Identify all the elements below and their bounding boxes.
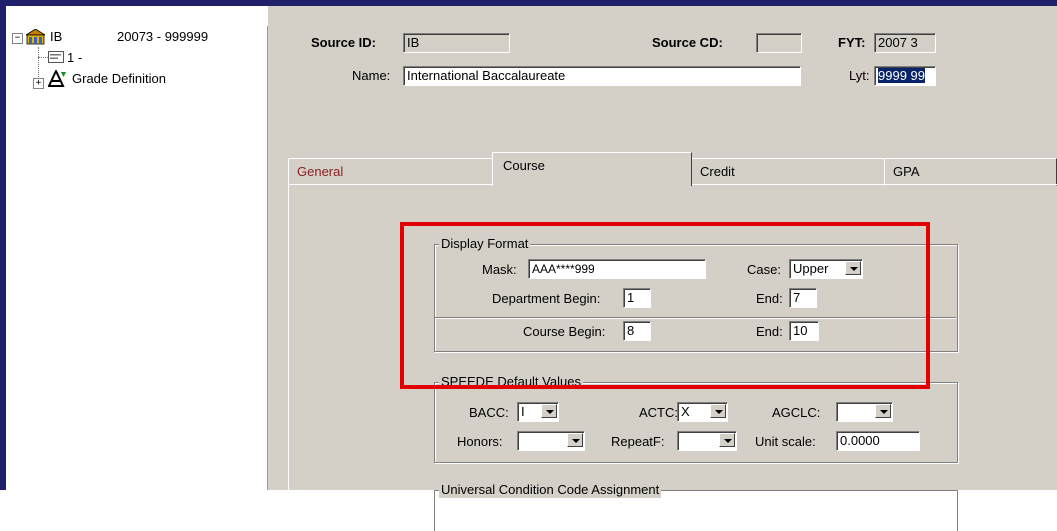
chevron-down-icon[interactable]	[875, 404, 891, 418]
tab-label: GPA	[893, 164, 920, 179]
name-label: Name:	[352, 68, 391, 83]
tab-credit[interactable]: Credit	[691, 158, 885, 186]
unit-scale-label: Unit scale:	[755, 434, 816, 449]
expand-icon[interactable]: +	[33, 78, 44, 89]
source-id-label: Source ID:	[311, 35, 377, 50]
collapse-icon[interactable]: −	[12, 33, 23, 44]
fyt-label: FYT:	[838, 35, 866, 50]
bacc-value: I	[521, 404, 525, 419]
lyt-label: Lyt:	[849, 68, 870, 83]
window-left-border	[0, 6, 6, 490]
tree-item-ib[interactable]: IB	[50, 29, 62, 44]
actc-value: X	[681, 404, 690, 419]
lyt-field[interactable]: 9999 99	[874, 66, 936, 86]
tree-view[interactable]: − IB 20073 - 999999 1 - + Grade Definiti…	[8, 26, 268, 490]
agclc-select[interactable]	[836, 402, 893, 422]
red-highlight-box	[400, 222, 930, 389]
chevron-down-icon[interactable]	[567, 433, 583, 447]
tab-label: Credit	[700, 164, 735, 179]
tab-general[interactable]: General	[288, 158, 493, 186]
source-cd-label: Source CD:	[652, 35, 723, 50]
tree-item-grade-definition[interactable]: Grade Definition	[72, 71, 166, 86]
repeatf-select[interactable]	[677, 431, 737, 451]
honors-label: Honors:	[457, 434, 503, 449]
agclc-label: AGCLC:	[772, 405, 821, 420]
fyt-field[interactable]: 2007 3	[874, 33, 936, 53]
bacc-label: BACC:	[469, 405, 509, 420]
tree-item-range: 20073 - 999999	[117, 29, 209, 44]
name-field[interactable]: International Baccalaureate	[403, 66, 801, 86]
grade-icon	[47, 68, 67, 87]
tab-label: General	[297, 164, 344, 179]
unit-scale-field[interactable]: 0.0000	[836, 431, 920, 451]
lyt-value: 9999 99	[878, 68, 925, 83]
chevron-down-icon[interactable]	[710, 404, 726, 418]
card-icon	[48, 51, 64, 63]
actc-select[interactable]: X	[677, 402, 728, 422]
bacc-select[interactable]: I	[517, 402, 559, 422]
tree-item-1[interactable]: 1 -	[67, 50, 82, 65]
school-icon	[24, 28, 47, 45]
repeatf-label: RepeatF:	[611, 434, 665, 449]
universal-condition-group: Universal Condition Code Assignment	[434, 482, 958, 531]
universal-condition-title: Universal Condition Code Assignment	[439, 482, 662, 498]
tree-connector	[38, 57, 48, 58]
source-cd-field[interactable]	[756, 33, 802, 53]
tab-gpa[interactable]: GPA	[884, 158, 1057, 186]
tab-course[interactable]: Course	[492, 152, 692, 186]
chevron-down-icon[interactable]	[719, 433, 735, 447]
honors-select[interactable]	[517, 431, 585, 451]
chevron-down-icon[interactable]	[541, 404, 557, 418]
tab-label: Course	[503, 158, 545, 173]
tree-item-label: IB	[50, 29, 63, 44]
actc-label: ACTC:	[639, 405, 678, 420]
source-id-field[interactable]: IB	[403, 33, 510, 53]
